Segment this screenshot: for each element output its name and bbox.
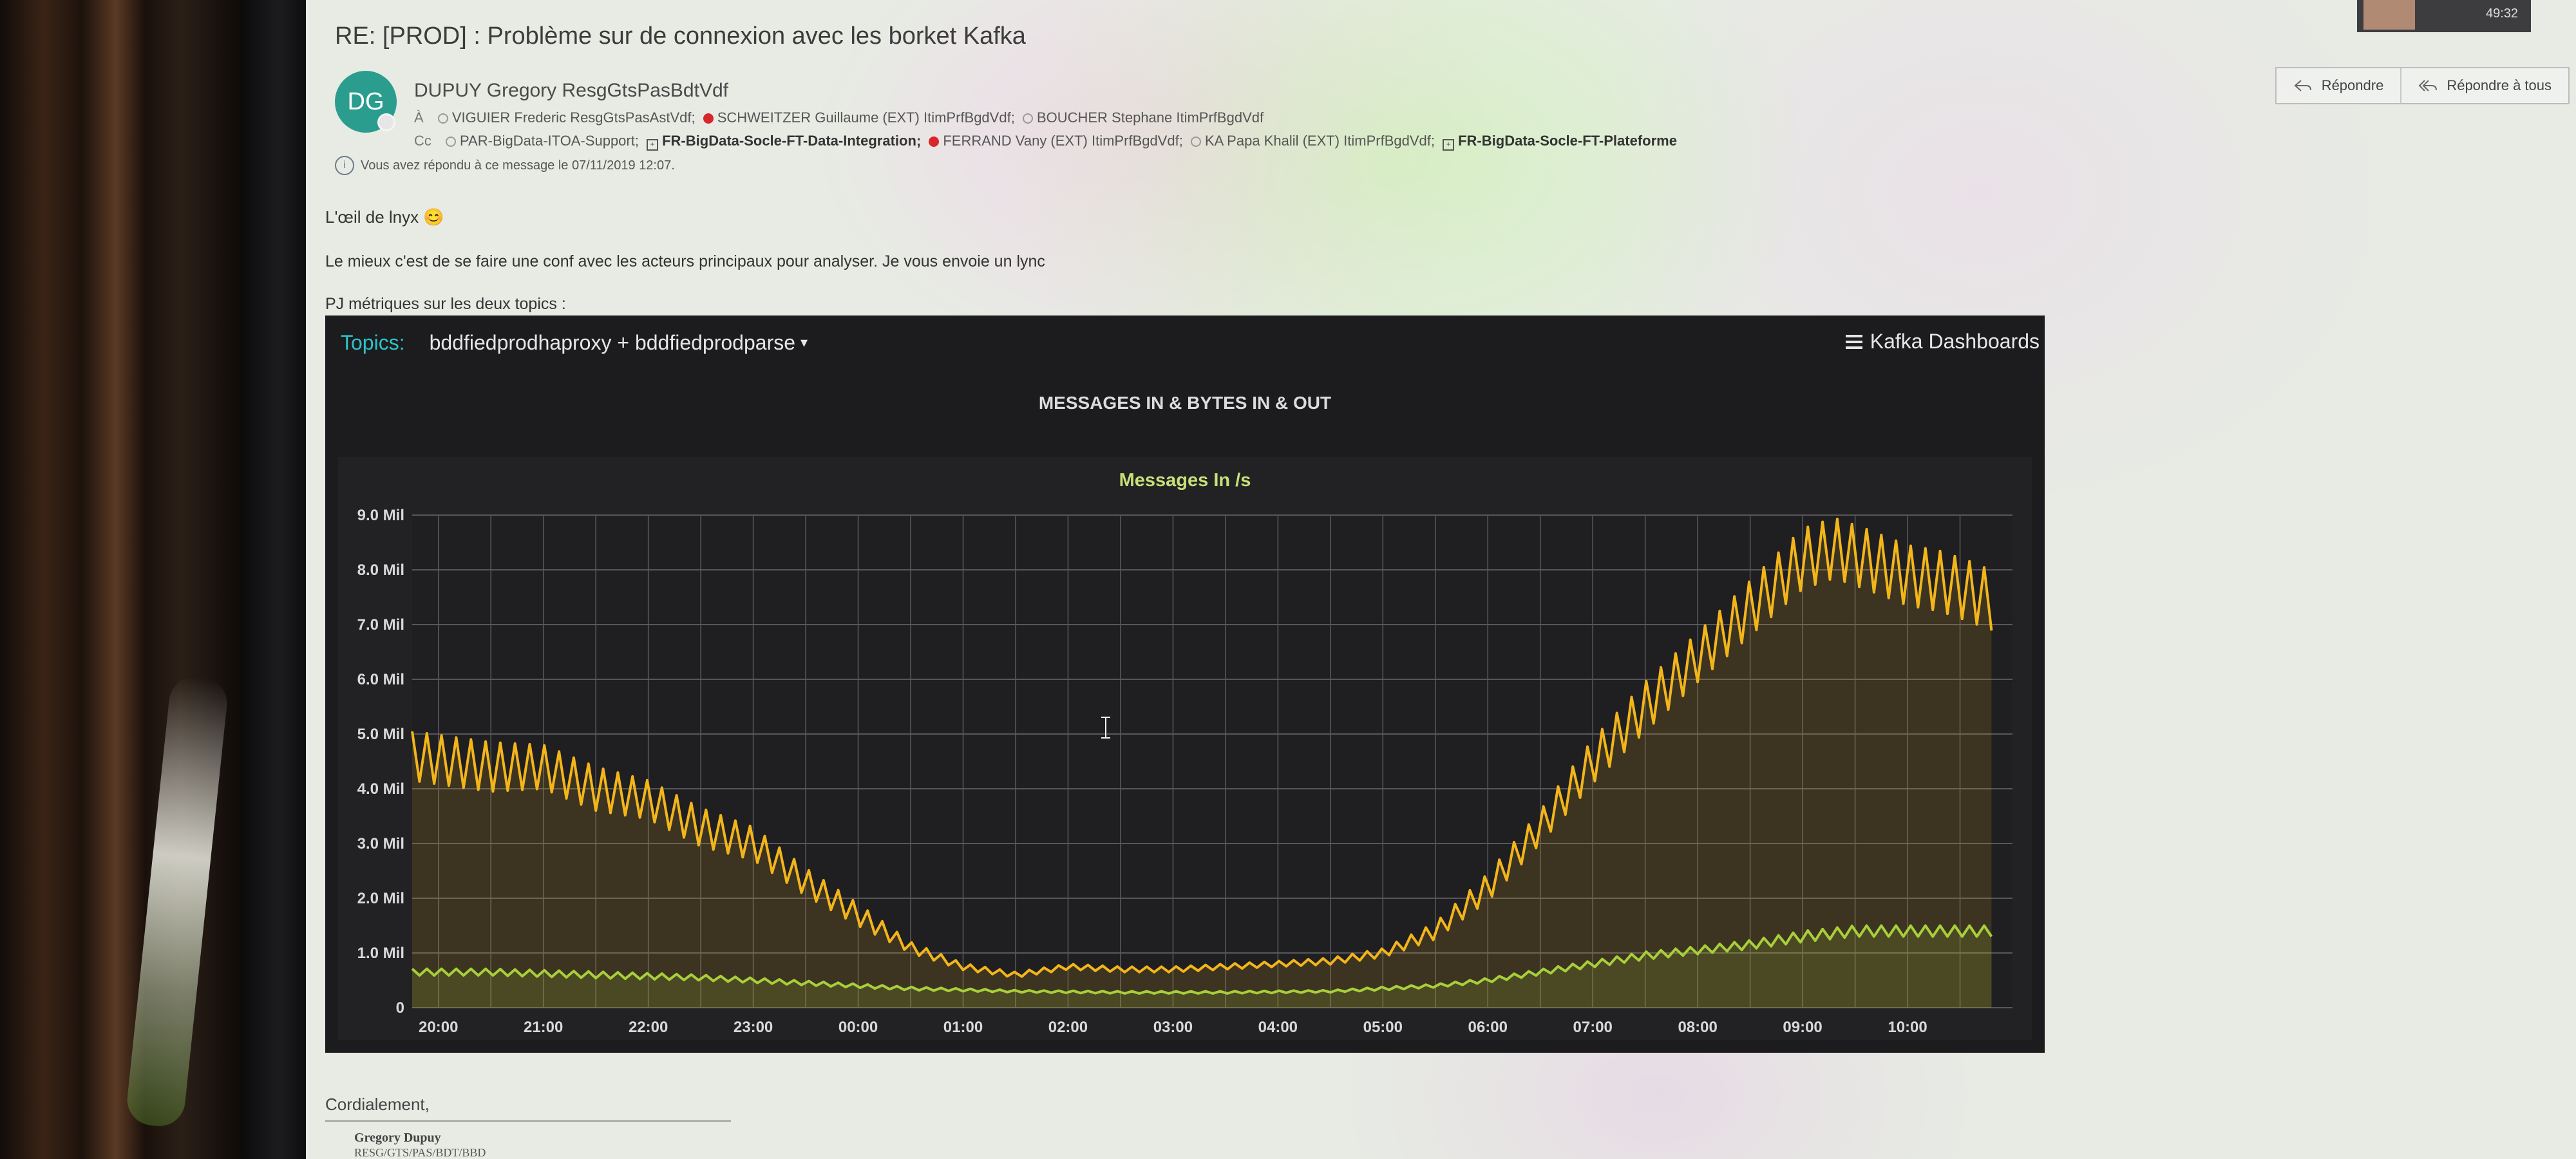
- email-window: 49:32 RE: [PROD] : Problème sur de conne…: [306, 0, 2576, 1159]
- avatar: [2363, 0, 2415, 30]
- topics-label: Topics:: [341, 330, 405, 354]
- recipient[interactable]: SCHWEITZER Guillaume (EXT) ItimPrfBgdVdf…: [717, 109, 1015, 126]
- video-call-thumbnail[interactable]: 49:32: [2357, 0, 2531, 32]
- presence-offline-icon: [1022, 113, 1033, 124]
- x-tick-label: 02:00: [1048, 1019, 1088, 1036]
- x-tick-label: 20:00: [419, 1019, 458, 1036]
- x-tick-label: 05:00: [1363, 1019, 1403, 1036]
- x-tick-label: 22:00: [629, 1019, 668, 1036]
- y-tick-label: 5.0 Mil: [357, 726, 404, 743]
- recipient-group[interactable]: FR-BigData-Socle-FT-Plateforme: [1458, 133, 1677, 149]
- y-tick-label: 3.0 Mil: [357, 835, 404, 853]
- email-subject: RE: [PROD] : Problème sur de connexion a…: [335, 23, 1026, 50]
- replied-notice: i Vous avez répondu à ce message le 07/1…: [335, 156, 675, 175]
- replied-notice-text: Vous avez répondu à ce message le 07/11/…: [361, 158, 675, 173]
- recipient[interactable]: BOUCHER Stephane ItimPrfBgdVdf: [1037, 109, 1264, 126]
- y-tick-label: 0: [396, 999, 404, 1017]
- reply-button[interactable]: Répondre: [2277, 68, 2402, 103]
- group-expand-icon[interactable]: +: [647, 139, 659, 151]
- caret-down-icon[interactable]: ▾: [800, 334, 808, 351]
- x-tick-label: 23:00: [734, 1019, 773, 1036]
- x-tick-label: 04:00: [1258, 1019, 1298, 1036]
- presence-busy-icon: [703, 113, 714, 124]
- reply-icon: [2294, 80, 2311, 91]
- y-tick-label: 9.0 Mil: [357, 507, 404, 524]
- dashboard-topbar: Topics: bddfiedprodhaproxy + bddfiedprod…: [325, 316, 2045, 370]
- y-tick-label: 2.0 Mil: [357, 890, 404, 907]
- desk-reflection: [124, 674, 230, 1129]
- presence-busy-icon: [929, 137, 940, 147]
- signature-divider: [325, 1120, 731, 1122]
- sender-avatar[interactable]: DG: [335, 71, 397, 133]
- body-line: PJ métriques sur les deux topics :: [325, 295, 566, 313]
- x-tick-label: 00:00: [838, 1019, 878, 1036]
- group-expand-icon[interactable]: +: [1443, 139, 1455, 151]
- monitor-bezel: [242, 0, 306, 1159]
- reply-all-label: Répondre à tous: [2447, 77, 2552, 93]
- signature-name: Gregory Dupuy: [354, 1131, 441, 1145]
- to-recipients: À VIGUIER Frederic ResgGtsPasAstVdf; SCH…: [414, 109, 1264, 126]
- panel-title: MESSAGES IN & BYTES IN & OUT: [1038, 393, 1332, 413]
- reply-label: Répondre: [2321, 77, 2384, 93]
- x-tick-label: 06:00: [1468, 1019, 1508, 1036]
- cc-label: Cc: [414, 133, 431, 149]
- sender-name[interactable]: DUPUY Gregory ResgGtsPasBdtVdf: [414, 80, 728, 102]
- x-tick-label: 08:00: [1678, 1019, 1717, 1036]
- chart-panel: 0 1.0 Mil 2.0 Mil 3.0 Mil 4.0 Mil 5.0 Mil 6.0 …: [338, 457, 2032, 1040]
- cc-recipients: Cc PAR-BigData-ITOA-Support; + FR-BigData…: [414, 133, 1677, 151]
- signoff: Cordialement,: [325, 1095, 430, 1114]
- x-tick-label: 09:00: [1783, 1019, 1822, 1036]
- presence-offline-icon: [1190, 137, 1201, 147]
- desk-background: [0, 0, 242, 1159]
- presence-offline-icon: [446, 137, 457, 147]
- x-tick-label: 21:00: [524, 1019, 563, 1036]
- y-tick-label: 8.0 Mil: [357, 561, 404, 579]
- body-line: L'œil de lnyx 😊: [325, 207, 444, 227]
- presence-offline-icon: [437, 113, 448, 124]
- avatar-initials: DG: [347, 88, 384, 115]
- to-label: À: [414, 109, 424, 126]
- info-icon: i: [335, 156, 354, 175]
- y-tick-label: 4.0 Mil: [357, 780, 404, 798]
- recipient[interactable]: KA Papa Khalil (EXT) ItimPrfBgdVdf;: [1205, 133, 1435, 149]
- call-timer: 49:32: [2486, 6, 2519, 21]
- messages-in-chart: 0 1.0 Mil 2.0 Mil 3.0 Mil 4.0 Mil 5.0 Mil 6.0 …: [357, 507, 2012, 1036]
- recipient[interactable]: VIGUIER Frederic ResgGtsPasAstVdf;: [452, 109, 696, 126]
- topics-dropdown[interactable]: bddfiedprodhaproxy + bddfiedprodparse: [430, 331, 795, 355]
- kafka-dashboard-image: Topics: bddfiedprodhaproxy + bddfiedprod…: [325, 316, 2045, 1053]
- chart-title: Messages In /s: [1119, 470, 1251, 491]
- x-tick-label: 01:00: [943, 1019, 983, 1036]
- recipient[interactable]: PAR-BigData-ITOA-Support;: [460, 133, 639, 149]
- y-tick-label: 1.0 Mil: [357, 945, 404, 962]
- x-tick-label: 07:00: [1573, 1019, 1613, 1036]
- hamburger-icon: [1845, 332, 1862, 352]
- y-tick-label: 6.0 Mil: [357, 671, 404, 688]
- reply-toolbar: Répondre Répondre à tous: [2275, 67, 2570, 104]
- recipient-group[interactable]: FR-BigData-Socle-FT-Data-Integration;: [662, 133, 921, 149]
- y-tick-label: 7.0 Mil: [357, 616, 404, 634]
- dashboards-menu-label: Kafka Dashboards: [1870, 330, 2040, 353]
- text-cursor-icon: [1101, 717, 1110, 739]
- x-tick-label: 10:00: [1888, 1019, 1927, 1036]
- body-line: Le mieux c'est de se faire une conf avec…: [325, 252, 1045, 270]
- signature-org: RESG/GTS/PAS/BDT/BBD: [354, 1146, 486, 1159]
- presence-icon: [377, 113, 395, 131]
- reply-all-button[interactable]: Répondre à tous: [2401, 68, 2568, 103]
- reply-all-icon: [2418, 80, 2438, 91]
- dashboards-menu[interactable]: Kafka Dashboards: [1845, 330, 2040, 353]
- recipient[interactable]: FERRAND Vany (EXT) ItimPrfBgdVdf;: [943, 133, 1182, 149]
- x-tick-label: 03:00: [1153, 1019, 1193, 1036]
